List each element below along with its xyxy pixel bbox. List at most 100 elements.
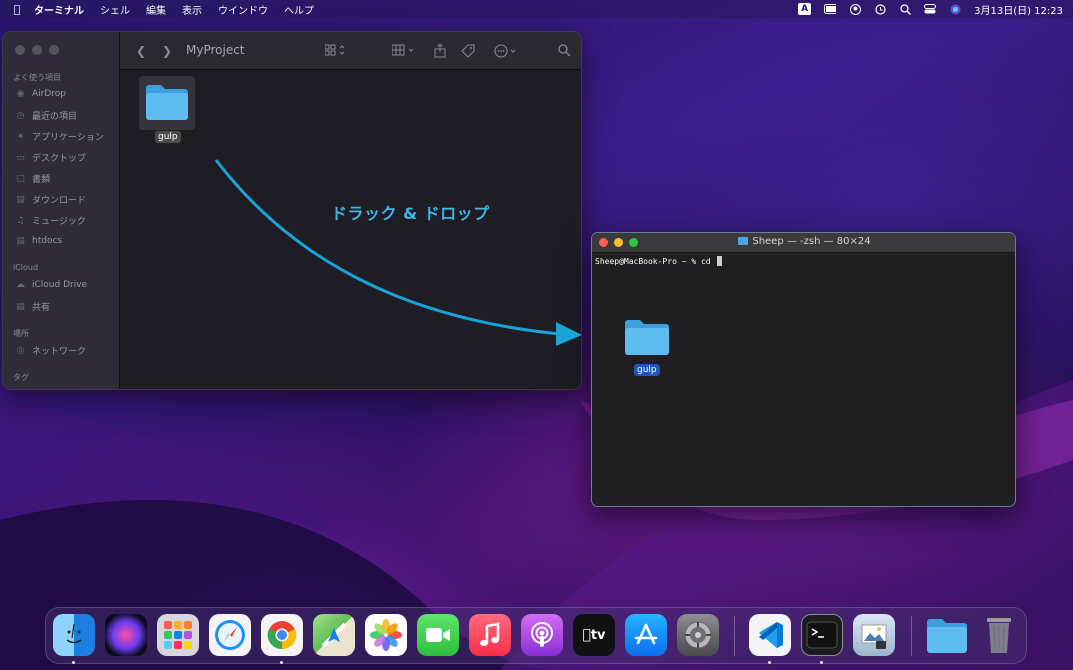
terminal-title-text: Sheep — -zsh — 80×24 — [752, 236, 871, 247]
menu-bar:  ターミナル シェル 編集 表示 ウインドウ ヘルプ A 3月13日(日) 1… — [0, 0, 1073, 18]
window-controls — [15, 45, 59, 55]
window-title: MyProject — [186, 43, 245, 57]
menu-help[interactable]: ヘルプ — [284, 2, 314, 17]
sidebar-section-favorites: よく使う項目 — [13, 73, 61, 82]
sidebar-item-network[interactable]: ◎ ネットワーク — [15, 344, 87, 358]
finder-toolbar: ❮ ❯ MyProject — [120, 32, 581, 70]
podcasts-dock-icon[interactable] — [521, 614, 563, 656]
sidebar-item-downloads[interactable]: ▤ ダウンロード — [15, 193, 86, 207]
running-indicator — [768, 661, 771, 664]
maps-dock-icon[interactable] — [313, 614, 355, 656]
siri-dock-icon[interactable] — [105, 614, 147, 656]
sidebar-item-music[interactable]: ♫ ミュージック — [15, 214, 86, 228]
folder-icon: ▤ — [16, 235, 25, 246]
menu-clock[interactable]: 3月13日(日) 12:23 — [974, 2, 1063, 17]
chrome-dock-icon[interactable] — [261, 614, 303, 656]
sidebar-section-icloud: iCloud — [13, 263, 39, 272]
photos-dock-icon[interactable] — [365, 614, 407, 656]
downloads-folder-icon: ▤ — [16, 194, 25, 205]
facetime-dock-icon[interactable] — [417, 614, 459, 656]
folder-icon — [146, 85, 188, 120]
safari-dock-icon[interactable] — [209, 614, 251, 656]
clock-icon: ◷ — [16, 110, 25, 121]
menu-edit[interactable]: 編集 — [146, 2, 166, 17]
terminal-titlebar: Sheep — -zsh — 80×24 — [592, 233, 1015, 253]
cloud-icon: ☁ — [16, 279, 25, 290]
more-actions-icon[interactable] — [494, 44, 520, 61]
sidebar-item-icloud-drive[interactable]: ☁ iCloud Drive — [15, 279, 87, 290]
preview-dock-icon[interactable] — [853, 614, 895, 656]
back-button[interactable]: ❮ — [136, 44, 146, 58]
sidebar-item-recents[interactable]: ◷ 最近の項目 — [15, 109, 78, 123]
dragged-item-label: gulp — [634, 364, 660, 376]
airdrop-icon: ◉ — [16, 88, 25, 99]
battery-icon[interactable] — [824, 4, 837, 15]
sidebar-item-documents[interactable]: □ 書類 — [15, 172, 50, 186]
minimize-button[interactable] — [32, 45, 42, 55]
terminal-prompt[interactable]: Sheep@MacBook-Pro ~ % cd — [595, 256, 723, 266]
drag-and-drop-label: ドラック & ドロップ — [331, 204, 490, 223]
sidebar-section-locations: 場所 — [13, 329, 29, 338]
desktop-icon: ▭ — [16, 152, 25, 163]
sidebar-item-label: htdocs — [32, 235, 63, 246]
prompt-text: Sheep@MacBook-Pro ~ % cd — [595, 257, 716, 266]
share-icon[interactable] — [434, 43, 446, 61]
sidebar-item-label: 最近の項目 — [32, 112, 78, 122]
document-icon: □ — [16, 173, 25, 184]
tv-label: tv — [586, 627, 606, 643]
sidebar-item-shared[interactable]: ▤ 共有 — [15, 300, 51, 314]
sidebar-item-label: ネットワーク — [32, 347, 87, 357]
control-center-icon[interactable] — [924, 4, 937, 15]
sidebar-item-label: デスクトップ — [32, 154, 87, 164]
system-preferences-dock-icon[interactable] — [677, 614, 719, 656]
menu-window[interactable]: ウインドウ — [218, 2, 268, 17]
user-icon[interactable] — [849, 3, 861, 15]
close-button[interactable] — [15, 45, 25, 55]
sidebar-item-airdrop[interactable]: ◉ AirDrop — [15, 88, 66, 99]
sidebar-section-tags: タグ — [13, 373, 29, 382]
forward-button[interactable]: ❯ — [162, 44, 172, 58]
trash-icon[interactable] — [978, 614, 1020, 656]
siri-icon[interactable] — [949, 4, 961, 15]
app-store-dock-icon[interactable] — [625, 614, 667, 656]
menu-view[interactable]: 表示 — [182, 2, 202, 17]
search-icon[interactable] — [558, 44, 571, 60]
network-icon: ◎ — [16, 345, 25, 356]
dock: tv — [45, 607, 1027, 664]
dragged-folder-icon — [625, 320, 669, 355]
finder-sidebar: よく使う項目 ◉ AirDrop ◷ 最近の項目 ✶ アプリケーション ▭ デスクトップ… — [3, 32, 120, 389]
finder-window: よく使う項目 ◉ AirDrop ◷ 最近の項目 ✶ アプリケーション ▭ デスクトップ… — [2, 31, 582, 390]
dock-separator — [911, 616, 912, 656]
zoom-button[interactable] — [49, 45, 59, 55]
menu-shell[interactable]: シェル — [100, 2, 130, 17]
launchpad-dock-icon[interactable] — [157, 614, 199, 656]
menu-app-name[interactable]: ターミナル — [34, 2, 84, 17]
time-machine-icon[interactable] — [874, 3, 886, 15]
finder-dock-icon[interactable] — [53, 614, 95, 656]
running-indicator — [72, 661, 75, 664]
sidebar-item-desktop[interactable]: ▭ デスクトップ — [15, 151, 87, 165]
downloads-folder-dock-icon[interactable] — [926, 614, 968, 656]
tag-icon[interactable] — [461, 44, 475, 61]
group-menu-icon[interactable] — [391, 44, 418, 59]
view-grid-icon[interactable] — [324, 44, 347, 59]
text-cursor — [717, 256, 723, 266]
music-dock-icon[interactable] — [469, 614, 511, 656]
terminal-dock-icon[interactable] — [801, 614, 843, 656]
tv-dock-icon[interactable]: tv — [573, 614, 615, 656]
running-indicator — [280, 661, 283, 664]
shared-folder-icon: ▤ — [16, 301, 25, 312]
sidebar-item-label: 共有 — [32, 303, 51, 313]
sidebar-item-label: ミュージック — [32, 217, 86, 227]
vscode-dock-icon[interactable] — [749, 614, 791, 656]
sidebar-item-htdocs[interactable]: ▤ htdocs — [15, 235, 62, 246]
input-source-indicator[interactable]: A — [798, 3, 812, 15]
running-indicator — [820, 661, 823, 664]
apple-menu-icon[interactable]:  — [0, 3, 34, 16]
sidebar-item-applications[interactable]: ✶ アプリケーション — [15, 130, 104, 144]
applications-icon: ✶ — [16, 131, 25, 142]
sidebar-item-label: アプリケーション — [32, 133, 104, 143]
finder-item-label: gulp — [155, 131, 181, 143]
spotlight-search-icon[interactable] — [899, 3, 911, 15]
sidebar-item-label: AirDrop — [32, 88, 67, 99]
